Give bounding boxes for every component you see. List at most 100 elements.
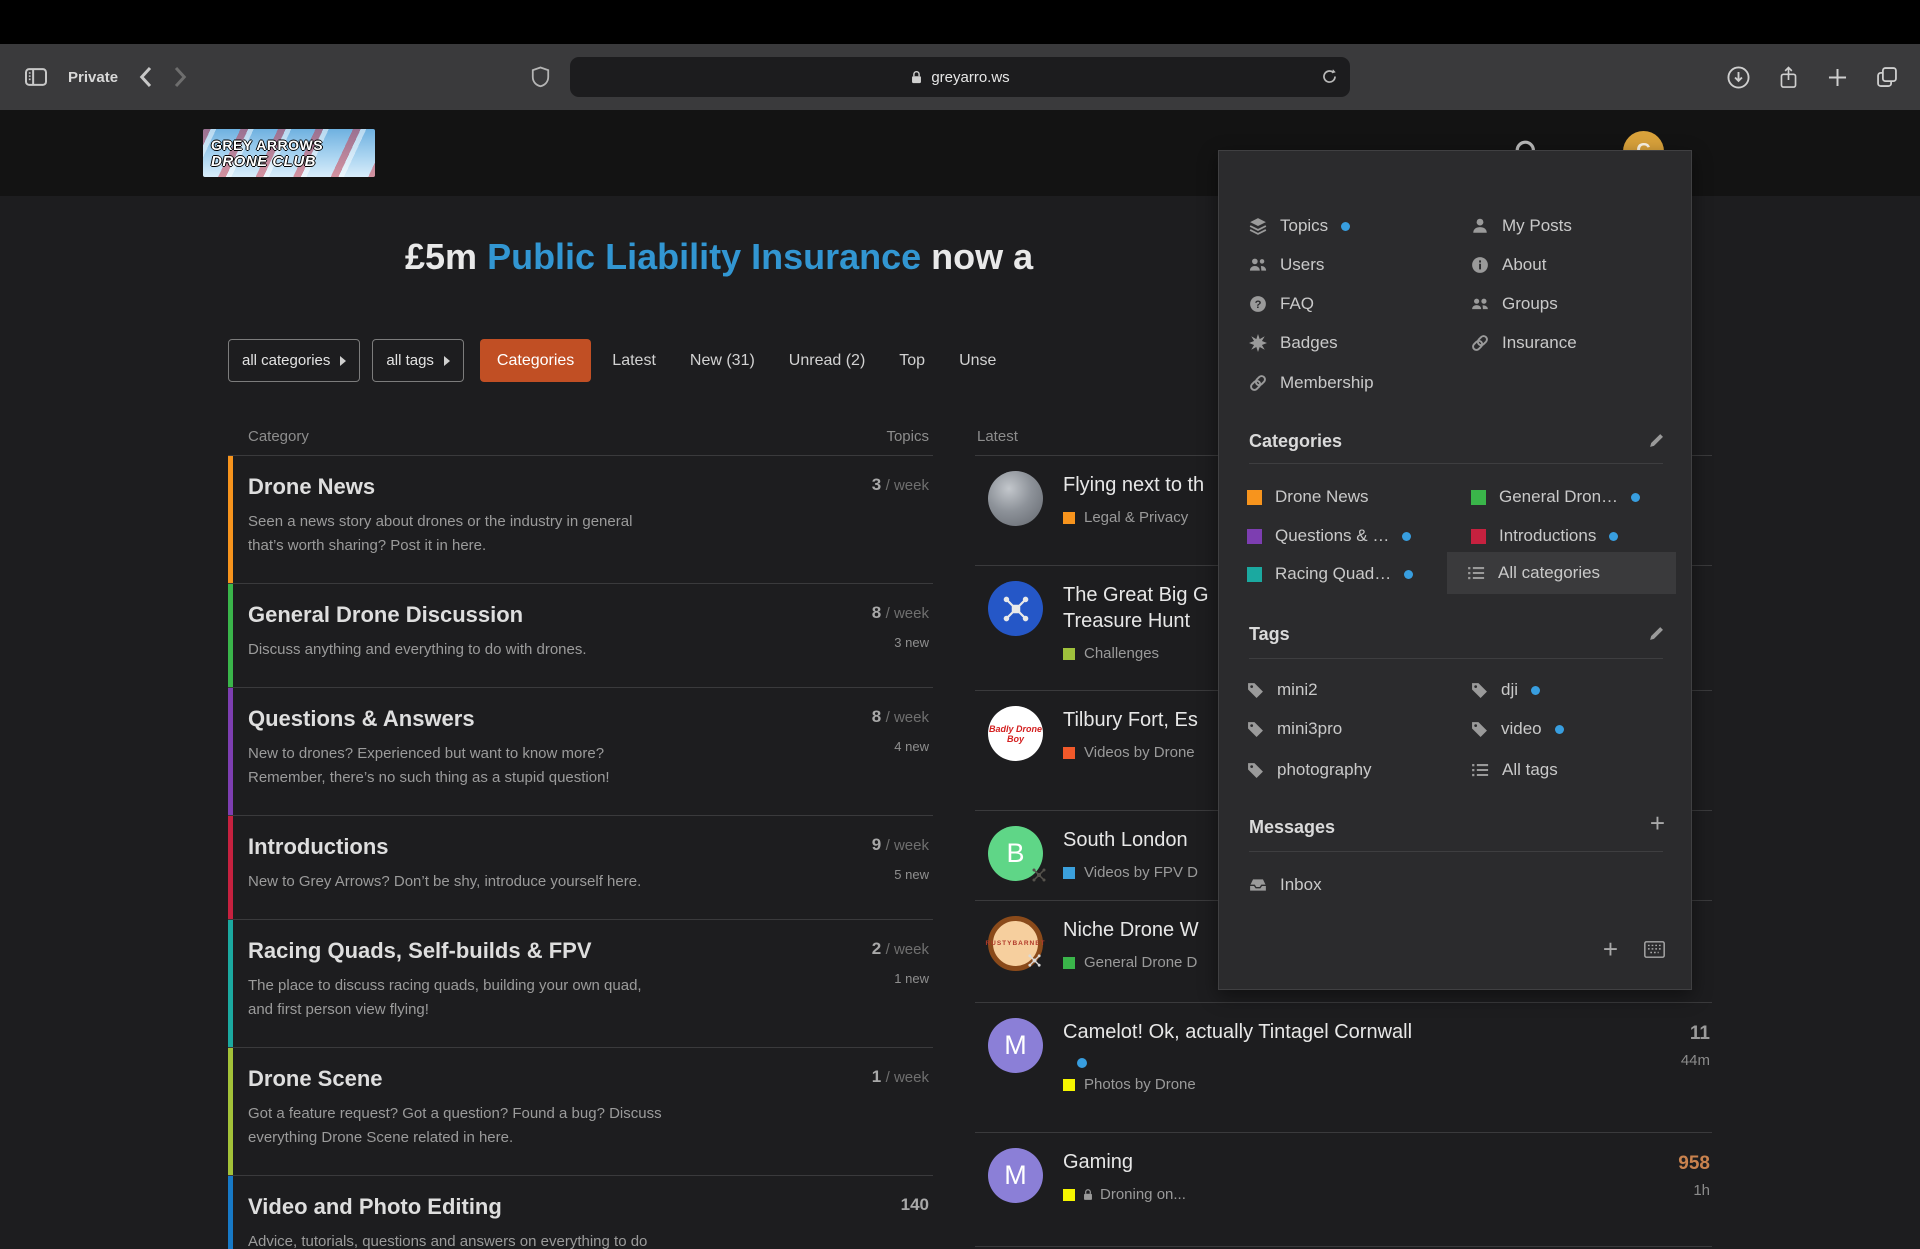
link-icon (1249, 374, 1267, 392)
menu-category-general[interactable]: General Dron… (1471, 484, 1640, 510)
new-message-plus-icon[interactable]: + (1650, 813, 1665, 833)
forward-button[interactable] (173, 65, 188, 89)
avatar[interactable] (988, 581, 1043, 636)
list-icon (1467, 564, 1485, 582)
menu-item-topics[interactable]: Topics (1249, 213, 1350, 239)
menu-tag-dji[interactable]: dji (1471, 677, 1540, 703)
menu-item-my-posts[interactable]: My Posts (1471, 213, 1572, 239)
menu-all-tags[interactable]: All tags (1471, 757, 1558, 783)
lock-icon (1082, 1188, 1094, 1201)
site-logo[interactable]: GREY ARROWS DRONE CLUB (203, 129, 375, 177)
tab-latest[interactable]: Latest (595, 352, 673, 370)
menu-category-racing-quads[interactable]: Racing Quad… (1247, 561, 1413, 587)
sidebar-icon[interactable] (24, 67, 48, 87)
notification-dot (1531, 686, 1540, 695)
notification-dot (1555, 725, 1564, 734)
edit-categories-pencil-icon[interactable] (1648, 432, 1665, 449)
menu-item-inbox[interactable]: Inbox (1249, 872, 1322, 898)
avatar-letter: B (1006, 838, 1024, 869)
category-row[interactable]: Questions & Answers New to drones? Exper… (228, 687, 933, 815)
tab-unread[interactable]: Unread (2) (772, 352, 882, 370)
avatar[interactable] (988, 471, 1043, 526)
topic-stats: 958 1h (1678, 1153, 1710, 1199)
menu-tag-photography[interactable]: photography (1247, 757, 1372, 783)
menu-item-faq[interactable]: ? FAQ (1249, 291, 1314, 317)
avatar[interactable]: B (988, 826, 1043, 881)
category-title[interactable]: Drone News (248, 474, 813, 500)
category-title[interactable]: Questions & Answers (248, 706, 813, 732)
menu-item-badges[interactable]: Badges (1249, 330, 1338, 356)
reply-count[interactable]: 11 (1681, 1023, 1710, 1045)
avatar[interactable]: M (988, 1018, 1043, 1073)
category-title[interactable]: Racing Quads, Self-builds & FPV (248, 938, 813, 964)
back-button[interactable] (138, 65, 153, 89)
category-badge[interactable]: Droning on... (1063, 1186, 1622, 1203)
category-row[interactable]: Drone Scene Got a feature request? Got a… (228, 1047, 933, 1175)
category-color-bar (228, 1176, 233, 1249)
edit-tags-pencil-icon[interactable] (1648, 625, 1665, 642)
link-icon (1471, 334, 1489, 352)
menu-tag-mini2[interactable]: mini2 (1247, 677, 1318, 703)
category-description: Seen a news story about drones or the in… (248, 510, 813, 558)
tab-new[interactable]: New (31) (673, 352, 772, 370)
tab-overview-icon[interactable] (1876, 66, 1898, 88)
avatar-letter: M (1004, 1030, 1027, 1061)
caret-right-icon (444, 356, 450, 366)
category-color-bar (228, 816, 233, 919)
category-title[interactable]: Video and Photo Editing (248, 1194, 813, 1220)
menu-item-insurance[interactable]: Insurance (1471, 330, 1577, 356)
category-row[interactable]: General Drone Discussion Discuss anythin… (228, 583, 933, 687)
tab-top[interactable]: Top (882, 352, 942, 370)
menu-category-drone-news[interactable]: Drone News (1247, 484, 1369, 510)
menu-category-questions[interactable]: Questions & … (1247, 523, 1411, 549)
share-icon[interactable] (1778, 66, 1799, 89)
menu-category-introductions[interactable]: Introductions (1471, 523, 1618, 549)
latest-topic-row[interactable]: M Camelot! Ok, actually Tintagel Cornwal… (975, 1002, 1712, 1132)
reload-icon[interactable] (1321, 68, 1338, 85)
category-filter-dropdown[interactable]: all categories (228, 339, 360, 382)
section-divider (1249, 851, 1663, 852)
new-topic-plus-icon[interactable]: + (1603, 939, 1618, 959)
category-stats: 1 / week (872, 1067, 929, 1099)
category-row[interactable]: Introductions New to Grey Arrows? Don’t … (228, 815, 933, 919)
privacy-shield-icon[interactable] (531, 66, 550, 88)
category-badge-label: Videos by Drone (1084, 744, 1195, 761)
category-row[interactable]: Racing Quads, Self-builds & FPV The plac… (228, 919, 933, 1047)
new-tab-icon[interactable] (1827, 67, 1848, 88)
latest-topic-row[interactable]: M Gaming Droning on... 958 1h (975, 1132, 1712, 1247)
category-row[interactable]: Drone News Seen a news story about drone… (228, 455, 933, 583)
keyboard-shortcuts-icon[interactable] (1644, 941, 1665, 958)
category-badge[interactable]: Photos by Drone (1063, 1076, 1622, 1093)
category-title[interactable]: General Drone Discussion (248, 602, 813, 628)
menu-tag-video[interactable]: video (1471, 716, 1564, 742)
avatar[interactable]: Badly Drone Boy (988, 706, 1043, 761)
tag-icon (1247, 721, 1264, 738)
downloads-icon[interactable] (1727, 66, 1750, 89)
menu-item-groups[interactable]: Groups (1471, 291, 1558, 317)
menu-all-categories[interactable]: All categories (1447, 552, 1676, 594)
activity-time: 44m (1681, 1052, 1710, 1069)
tab-categories[interactable]: Categories (480, 339, 591, 382)
address-bar[interactable]: greyarro.ws (570, 57, 1350, 97)
topic-title[interactable]: Gaming (1063, 1149, 1622, 1175)
menu-tag-mini3pro[interactable]: mini3pro (1247, 716, 1342, 742)
topic-title[interactable]: Camelot! Ok, actually Tintagel Cornwall (1063, 1019, 1622, 1045)
category-title[interactable]: Introductions (248, 834, 813, 860)
category-description: New to drones? Experienced but want to k… (248, 742, 813, 790)
category-color-bar (228, 688, 233, 815)
tag-filter-dropdown[interactable]: all tags (372, 339, 464, 382)
menu-item-membership[interactable]: Membership (1249, 370, 1374, 396)
banner-link[interactable]: Public Liability Insurance (487, 236, 921, 277)
category-badge-label: Challenges (1084, 645, 1159, 662)
badge-icon (1249, 334, 1267, 352)
category-column-header: Category (248, 428, 309, 445)
category-stats: 2 / week 1 new (872, 939, 929, 986)
avatar[interactable]: RUSTYBARNET (988, 916, 1043, 971)
menu-item-users[interactable]: Users (1249, 252, 1324, 278)
menu-item-about[interactable]: About (1471, 252, 1546, 278)
reply-count[interactable]: 958 (1678, 1153, 1710, 1175)
avatar[interactable]: M (988, 1148, 1043, 1203)
category-row[interactable]: Video and Photo Editing Advice, tutorial… (228, 1175, 933, 1249)
category-title[interactable]: Drone Scene (248, 1066, 813, 1092)
tab-unseen[interactable]: Unse (942, 352, 1013, 370)
